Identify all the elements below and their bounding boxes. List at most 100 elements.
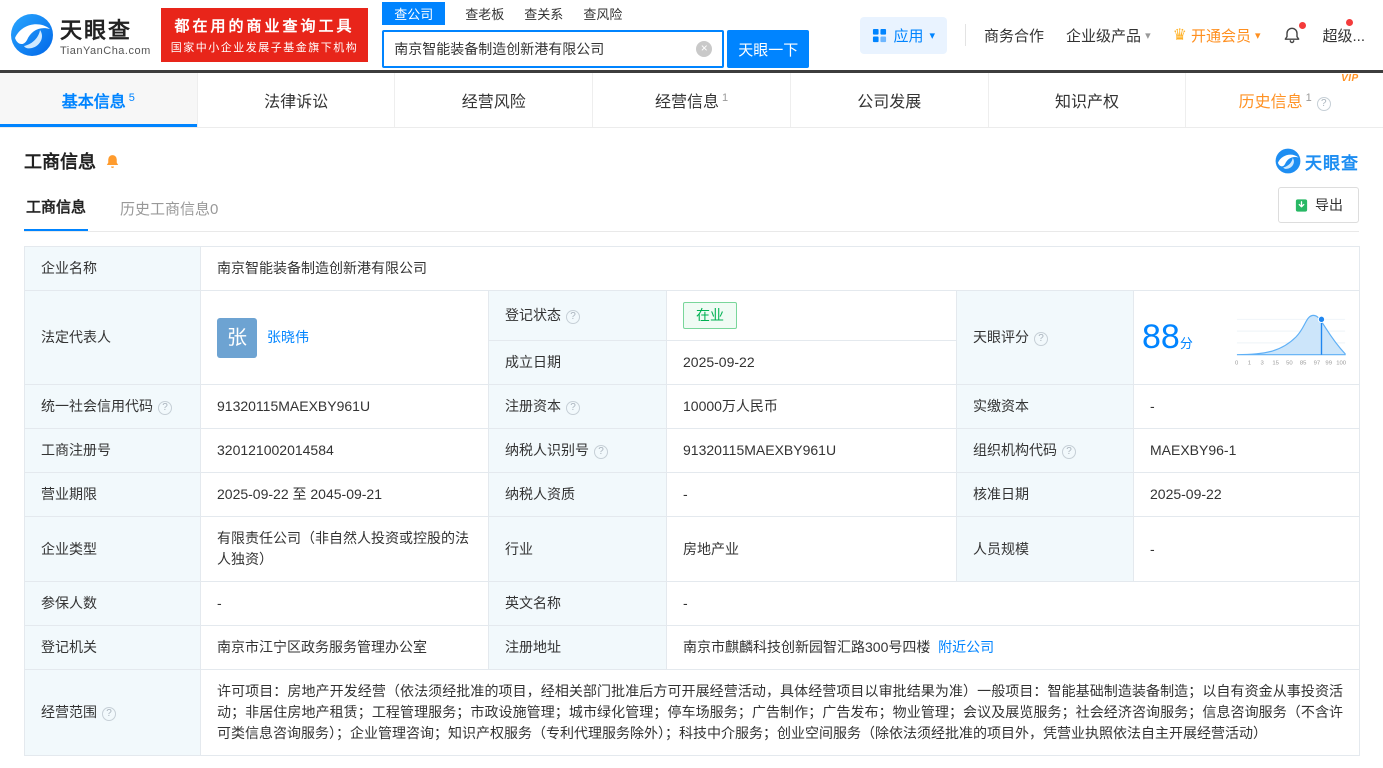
chevron-down-icon: ▾ xyxy=(929,29,936,42)
legal-rep-link[interactable]: 张晓伟 xyxy=(267,327,309,348)
table-row: 统一社会信用代码 91320115MAEXBY961U 注册资本 10000万人… xyxy=(24,384,1361,429)
search-tab-relation[interactable]: 查关系 xyxy=(524,2,563,25)
info-icon[interactable] xyxy=(566,310,580,324)
business-scope-value: 许可项目：房地产开发经营（依法须经批准的项目，经相关部门批准后方可开展经营活动，… xyxy=(199,669,1361,756)
table-row: 工商注册号 320121002014584 纳税人识别号 91320115MAE… xyxy=(24,428,1361,473)
notifications-bell-icon[interactable] xyxy=(1282,22,1307,45)
table-row: 经营范围 许可项目：房地产开发经营（依法须经批准的项目，经相关部门批准后方可开展… xyxy=(24,669,1361,756)
reg-authority-value: 南京市江宁区政务服务管理办公室 xyxy=(200,625,489,670)
establish-date-label: 成立日期 xyxy=(488,340,667,385)
slogan-badge: 都在用的商业查询工具 国家中小企业发展子基金旗下机构 xyxy=(160,8,369,62)
legal-rep-cell: 张 张晓伟 xyxy=(200,290,489,385)
table-row: 企业类型 有限责任公司（非自然人投资或控股的法人独资） 行业 房地产业 人员规模… xyxy=(24,516,1361,582)
legal-rep-avatar[interactable]: 张 xyxy=(217,317,257,358)
tianyancha-wave-icon xyxy=(1275,148,1301,174)
reg-number-value: 320121002014584 xyxy=(200,428,489,473)
reg-status-label: 登记状态 xyxy=(488,290,667,341)
sub-tabs: 工商信息 历史工商信息0 导出 xyxy=(24,186,1359,232)
reg-status-value: 在业 xyxy=(666,290,957,341)
enterprise-products-link[interactable]: 企业级产品 ▾ xyxy=(1066,25,1151,46)
tab-intellectual-property[interactable]: 知识产权 xyxy=(989,73,1187,127)
org-code-label: 组织机构代码 xyxy=(956,428,1134,473)
table-row: 企业名称 南京智能装备制造创新港有限公司 xyxy=(24,246,1361,291)
tab-legal-proceedings[interactable]: 法律诉讼 xyxy=(198,73,396,127)
info-icon[interactable] xyxy=(1062,445,1076,459)
approval-date-label: 核准日期 xyxy=(956,472,1134,517)
search-button[interactable]: 天眼一下 xyxy=(727,30,810,68)
info-icon[interactable] xyxy=(1034,332,1048,346)
company-type-value: 有限责任公司（非自然人投资或控股的法人独资） xyxy=(200,516,489,582)
info-icon[interactable] xyxy=(566,401,580,415)
notification-dot xyxy=(1299,22,1307,29)
open-vip-link[interactable]: ♛ 开通会员 ▾ xyxy=(1173,25,1261,46)
chevron-down-icon: ▾ xyxy=(1145,29,1151,42)
info-icon[interactable] xyxy=(158,401,172,415)
search-tab-boss[interactable]: 查老板 xyxy=(465,2,504,25)
score-value: 88 xyxy=(1142,318,1180,356)
apps-label: 应用 xyxy=(893,27,924,45)
business-scope-label: 经营范围 xyxy=(24,669,201,756)
notification-dot xyxy=(1346,18,1353,26)
industry-label: 行业 xyxy=(488,516,667,582)
reg-capital-value: 10000万人民币 xyxy=(666,384,957,429)
slogan-line1: 都在用的商业查询工具 xyxy=(174,18,355,35)
main-content: 工商信息 天眼查 工商信息 历史工商信息0 导出 企业名称 南京智能装备制造创新… xyxy=(0,148,1383,756)
taxpayer-quality-label: 纳税人资质 xyxy=(488,472,667,517)
table-row: 营业期限 2025-09-22 至 2045-09-21 纳税人资质 - 核准日… xyxy=(24,472,1361,517)
table-row: 登记机关 南京市江宁区政务服务管理办公室 注册地址 南京市麒麟科技创新园智汇路3… xyxy=(24,625,1361,670)
taxpayer-quality-value: - xyxy=(666,472,957,517)
tianyancha-wave-icon xyxy=(11,14,53,56)
svg-text:97: 97 xyxy=(1314,360,1321,366)
subtab-business-registration[interactable]: 工商信息 xyxy=(24,186,89,231)
clear-search-icon[interactable]: × xyxy=(696,41,713,57)
tab-history-info[interactable]: VIP 历史信息 1 xyxy=(1186,73,1383,127)
paid-capital-label: 实缴资本 xyxy=(956,384,1134,429)
tab-operational-risk[interactable]: 经营风险 xyxy=(395,73,594,127)
reg-capital-label: 注册资本 xyxy=(488,384,667,429)
business-term-label: 营业期限 xyxy=(24,472,201,517)
top-header: 天眼查 TianYanCha.com 都在用的商业查询工具 国家中小企业发展子基… xyxy=(0,0,1383,70)
search-input[interactable] xyxy=(384,41,697,57)
insured-count-label: 参保人数 xyxy=(24,581,201,626)
reg-address-label: 注册地址 xyxy=(488,625,667,670)
svg-text:99: 99 xyxy=(1325,360,1332,366)
legal-rep-label: 法定代表人 xyxy=(24,290,201,385)
tianyancha-logo[interactable]: 天眼查 TianYanCha.com xyxy=(10,13,151,57)
approval-date-value: 2025-09-22 xyxy=(1132,472,1361,517)
slogan-line2: 国家中小企业发展子基金旗下机构 xyxy=(170,42,359,54)
export-button[interactable]: 导出 xyxy=(1278,187,1359,223)
search-box: × xyxy=(382,30,725,68)
subtab-history-registration[interactable]: 历史工商信息0 xyxy=(118,188,220,231)
taxpayer-id-label: 纳税人识别号 xyxy=(488,428,667,473)
header-right-menu: 应用 ▾ 商务合作 企业级产品 ▾ ♛ 开通会员 ▾ 超级... xyxy=(860,16,1365,54)
search-tab-company[interactable]: 查公司 xyxy=(382,2,446,25)
info-icon[interactable] xyxy=(102,707,116,721)
logo-domain: TianYanCha.com xyxy=(60,45,151,57)
company-name-value: 南京智能装备制造创新港有限公司 xyxy=(199,246,1361,291)
apps-button[interactable]: 应用 ▾ xyxy=(860,16,948,54)
info-icon[interactable] xyxy=(1316,97,1331,111)
business-info-table: 企业名称 南京智能装备制造创新港有限公司 法定代表人 张 张晓伟 登记状态 在业… xyxy=(24,246,1361,756)
table-row: 参保人数 - 英文名称 - xyxy=(24,581,1361,626)
status-badge: 在业 xyxy=(683,302,737,329)
super-vip-link[interactable]: 超级... xyxy=(1322,18,1365,46)
chevron-down-icon: ▾ xyxy=(1254,29,1261,42)
svg-text:50: 50 xyxy=(1286,360,1293,366)
taxpayer-id-value: 91320115MAEXBY961U xyxy=(666,428,957,473)
tab-business-info[interactable]: 经营信息 1 xyxy=(593,73,791,127)
reg-address-value: 南京市麒麟科技创新园智汇路300号四楼 附近公司 xyxy=(665,625,1361,670)
nearby-companies-link[interactable]: 附近公司 xyxy=(938,639,994,655)
english-name-label: 英文名称 xyxy=(488,581,667,626)
search-tab-risk[interactable]: 查风险 xyxy=(583,2,622,25)
monitor-bell-icon[interactable] xyxy=(104,153,121,170)
info-icon[interactable] xyxy=(594,445,608,459)
divider xyxy=(965,24,967,46)
svg-text:1: 1 xyxy=(1248,360,1251,366)
company-type-label: 企业类型 xyxy=(24,516,201,582)
tab-basic-info[interactable]: 基本信息 5 xyxy=(0,73,198,127)
business-cooperation-link[interactable]: 商务合作 xyxy=(984,25,1044,46)
tab-company-development[interactable]: 公司发展 xyxy=(791,73,989,127)
vip-flag: VIP xyxy=(1341,73,1359,84)
score-cell: 88分 0 1 3 15 50 85 97 99 100 xyxy=(1132,290,1361,385)
industry-value: 房地产业 xyxy=(666,516,957,582)
